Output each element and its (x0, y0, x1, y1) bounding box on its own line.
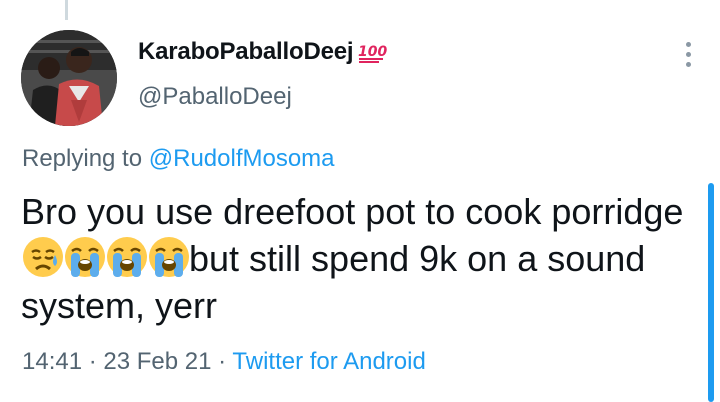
loudly-crying-face-icon (107, 237, 147, 277)
tweet-date[interactable]: 23 Feb 21 (103, 348, 211, 375)
thread-connector-line (65, 0, 68, 20)
loudly-crying-face-icon (65, 237, 105, 277)
disappointed-relieved-face-icon (23, 237, 63, 277)
display-name[interactable]: KaraboPaballoDeej (138, 38, 354, 66)
tweet-time[interactable]: 14:41 (22, 348, 82, 375)
replying-prefix: Replying to (22, 145, 143, 172)
scrollbar[interactable] (708, 183, 714, 402)
loudly-crying-face-icon (149, 237, 189, 277)
author-name-row[interactable]: KaraboPaballoDeej 100 (138, 38, 388, 66)
meta-separator: · (218, 348, 227, 375)
svg-text:100: 100 (358, 44, 387, 60)
meta-separator: · (88, 348, 97, 375)
tweet-text: Bro you use dreefoot pot to cook porridg… (21, 188, 701, 329)
avatar-photo (21, 30, 117, 126)
replying-to-line: Replying to @RudolfMosoma (22, 145, 335, 173)
replying-to-link[interactable]: @RudolfMosoma (149, 145, 335, 172)
tweet-metadata: 14:41 · 23 Feb 21 · Twitter for Android (22, 348, 426, 376)
author-handle[interactable]: @PaballoDeej (138, 83, 292, 111)
tweet-source[interactable]: Twitter for Android (232, 348, 425, 375)
hundred-points-icon: 100 (357, 41, 388, 63)
avatar[interactable] (21, 30, 117, 126)
tweet-text-part-1: Bro you use dreefoot pot to cook porridg… (21, 191, 684, 232)
more-options-icon[interactable] (684, 42, 692, 67)
